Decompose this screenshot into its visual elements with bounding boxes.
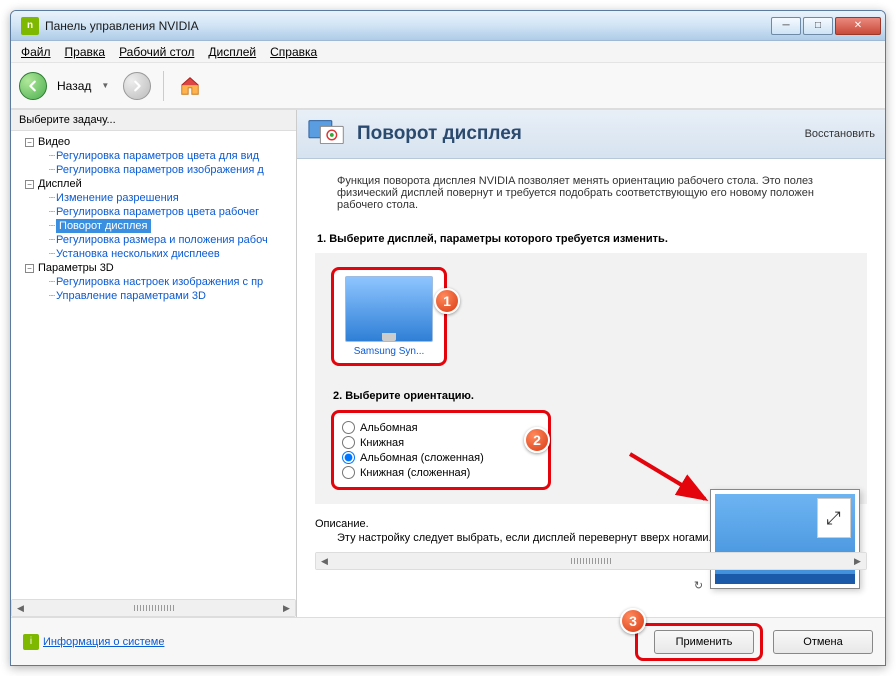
tree-item[interactable]: Регулировка параметров цвета для вид [56,150,259,162]
preview-monitor-icon: ⤢ [710,489,860,589]
close-button[interactable]: ✕ [835,17,881,35]
radio-portrait-flipped[interactable]: Книжная (сложенная) [342,466,540,479]
radio-landscape[interactable]: Альбомная [342,421,540,434]
tree-item[interactable]: Регулировка размера и положения рабоч [56,234,268,246]
maximize-button[interactable]: □ [803,17,833,35]
collapse-icon[interactable]: − [25,264,34,273]
menu-desktop[interactable]: Рабочий стол [119,45,194,59]
back-button[interactable] [19,72,47,100]
tree-item[interactable]: Регулировка настроек изображения с пр [56,276,263,288]
radio-portrait[interactable]: Книжная [342,436,540,449]
annotation-badge-2: 2 [524,427,550,453]
content-pane: Поворот дисплея Восстановить Функция пов… [297,110,885,617]
content-scrollbar[interactable] [315,552,867,570]
tree-group-video[interactable]: Видео [38,136,70,148]
rotate-display-icon [307,116,349,152]
tree-item[interactable]: Регулировка параметров цвета рабочег [56,206,259,218]
menu-display[interactable]: Дисплей [208,45,256,59]
display-name: Samsung Syn... [340,346,438,357]
orientation-group: Альбомная Книжная Альбомная (сложенная) … [331,410,551,490]
cancel-button[interactable]: Отмена [773,630,873,654]
sysinfo-icon: i [23,634,39,650]
radio-landscape-flipped[interactable]: Альбомная (сложенная) [342,451,540,464]
tree-group-3d[interactable]: Параметры 3D [38,262,114,274]
titlebar[interactable]: n Панель управления NVIDIA ─ □ ✕ [11,11,885,41]
content-header: Поворот дисплея Восстановить [297,110,885,159]
window-title: Панель управления NVIDIA [45,19,771,33]
home-button[interactable] [176,72,204,100]
annotation-badge-3: 3 [620,608,646,634]
menu-file[interactable]: Файл [21,45,51,59]
restore-link[interactable]: Восстановить [805,128,875,140]
forward-button[interactable] [123,72,151,100]
menu-edit[interactable]: Правка [65,45,106,59]
nvidia-icon: n [21,17,39,35]
back-label: Назад [57,79,91,93]
sidebar-scrollbar[interactable] [11,599,296,617]
page-title: Поворот дисплея [357,123,805,145]
content-body: Функция поворота дисплея NVIDIA позволяе… [297,159,885,617]
menubar: Файл Правка Рабочий стол Дисплей Справка [11,41,885,63]
toolbar: Назад ▼ [11,63,885,109]
tree-item[interactable]: Управление параметрами 3D [56,290,206,302]
footer: i Информация о системе 3 Применить Отмен… [11,617,885,665]
step1-title: 1. Выберите дисплей, параметры которого … [317,233,867,245]
task-tree: −Видео ┈Регулировка параметров цвета для… [11,131,296,591]
display-selector[interactable]: Samsung Syn... 1 [331,267,447,366]
apply-button[interactable]: Применить [654,630,754,654]
tree-item-selected[interactable]: Поворот дисплея [56,219,150,233]
monitor-icon [345,276,433,342]
task-sidebar: Выберите задачу... −Видео ┈Регулировка п… [11,110,297,617]
tree-item[interactable]: Регулировка параметров изображения д [56,164,264,176]
intro-text: Функция поворота дисплея NVIDIA позволяе… [315,169,867,223]
apply-highlight: 3 Применить [635,623,763,661]
minimize-button[interactable]: ─ [771,17,801,35]
system-info-link[interactable]: Информация о системе [43,636,164,648]
collapse-icon[interactable]: − [25,180,34,189]
orientation-preview: ↻ ⤢ [685,489,865,595]
step2-title: 2. Выберите ориентацию. [333,390,851,402]
window-frame: n Панель управления NVIDIA ─ □ ✕ Файл Пр… [10,10,886,666]
rotate-icon[interactable]: ↻ [690,579,706,595]
back-dropdown-icon[interactable]: ▼ [101,81,109,90]
tree-item[interactable]: Изменение разрешения [56,192,179,204]
tree-group-display[interactable]: Дисплей [38,178,82,190]
collapse-icon[interactable]: − [25,138,34,147]
annotation-badge-1: 1 [434,288,460,314]
task-header: Выберите задачу... [11,110,296,131]
tree-item[interactable]: Установка нескольких дисплеев [56,248,220,260]
menu-help[interactable]: Справка [270,45,317,59]
